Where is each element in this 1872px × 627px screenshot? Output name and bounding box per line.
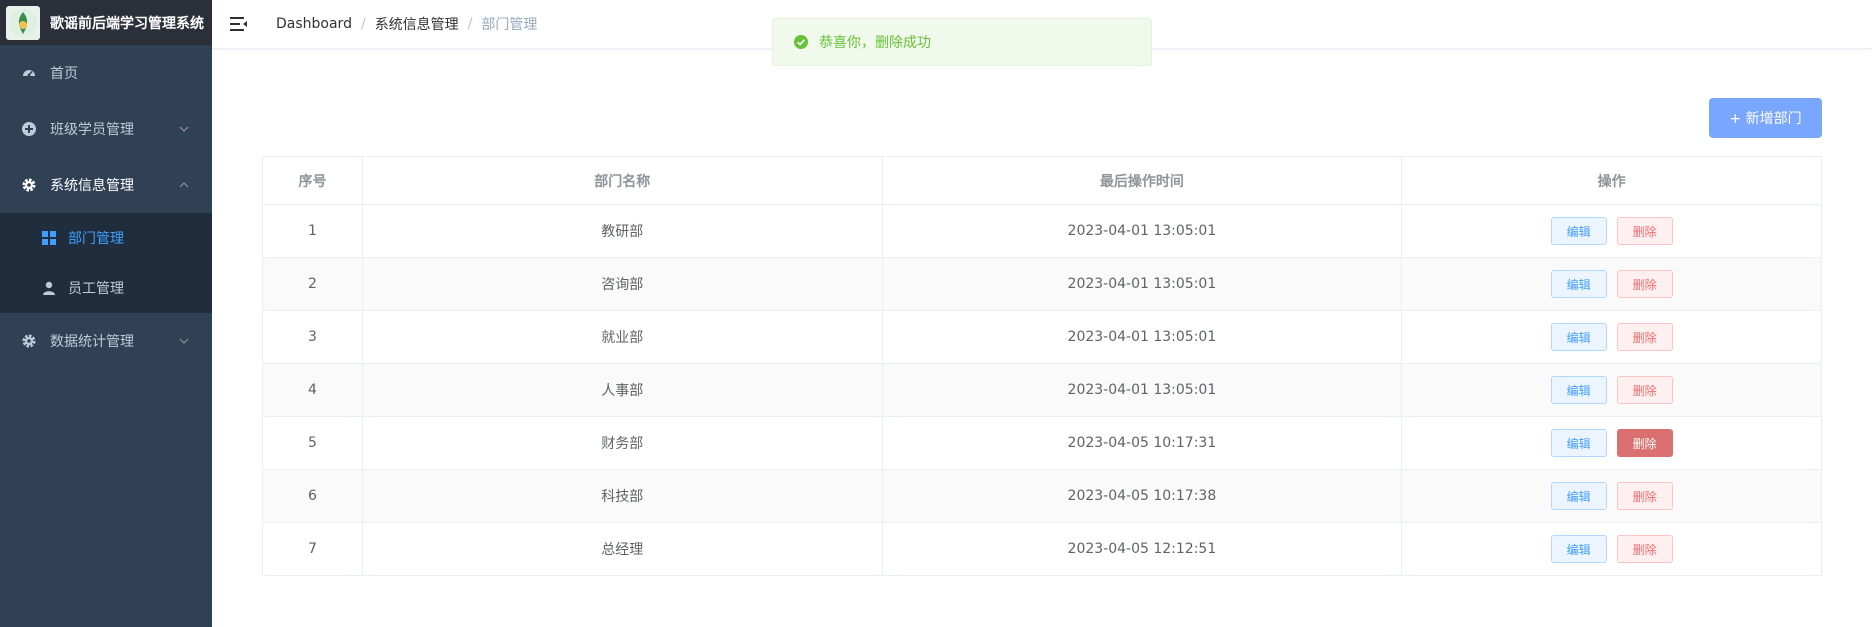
cell-ops: 编辑 删除: [1401, 469, 1822, 523]
breadcrumb-separator: /: [467, 16, 473, 32]
edit-button[interactable]: 编辑: [1550, 376, 1607, 404]
table-row: 2 咨询部 2023-04-01 13:05:01 编辑 删除: [262, 257, 1822, 311]
cell-name: 咨询部: [362, 257, 883, 311]
cell-name: 就业部: [362, 310, 883, 364]
cell-seq: 6: [262, 469, 363, 523]
column-header-seq: 序号: [262, 156, 363, 205]
delete-button[interactable]: 删除: [1616, 270, 1673, 298]
table-row: 4 人事部 2023-04-01 13:05:01 编辑 删除: [262, 363, 1822, 417]
cell-seq: 4: [262, 363, 363, 417]
app-root: 歌谣前后端学习管理系统 首页 班级学员管理 系统信息管理 部门管理 员工管理 数…: [0, 0, 1872, 627]
delete-button[interactable]: 删除: [1616, 429, 1673, 457]
cell-ops: 编辑 删除: [1401, 310, 1822, 364]
edit-button[interactable]: 编辑: [1550, 217, 1607, 245]
sidebar-item-label: 班级学员管理: [50, 122, 134, 138]
grid-icon: [40, 229, 58, 247]
chevron-down-icon: [178, 335, 190, 347]
table-header-row: 序号 部门名称 最后操作时间 操作: [262, 156, 1822, 205]
breadcrumb: Dashboard / 系统信息管理 / 部门管理: [276, 14, 537, 34]
cell-ops: 编辑 删除: [1401, 204, 1822, 258]
submenu-system-info: 部门管理 员工管理: [0, 213, 212, 313]
cell-seq: 2: [262, 257, 363, 311]
gear-icon: [20, 332, 38, 350]
table-row: 6 科技部 2023-04-05 10:17:38 编辑 删除: [262, 469, 1822, 523]
sidebar: 歌谣前后端学习管理系统 首页 班级学员管理 系统信息管理 部门管理 员工管理 数…: [0, 0, 212, 627]
table-row: 7 总经理 2023-04-05 12:12:51 编辑 删除: [262, 522, 1822, 576]
sidebar-item-data-stats[interactable]: 数据统计管理: [0, 313, 212, 369]
sidebar-item-label: 首页: [50, 66, 78, 82]
cell-ops: 编辑 删除: [1401, 522, 1822, 576]
column-header-ops: 操作: [1401, 156, 1822, 205]
sidebar-item-home[interactable]: 首页: [0, 45, 212, 101]
cell-time: 2023-04-01 13:05:01: [882, 363, 1403, 417]
cell-time: 2023-04-05 12:12:51: [882, 522, 1403, 576]
toast-message: 恭喜你，删除成功: [819, 35, 931, 51]
breadcrumb-item-system-info[interactable]: 系统信息管理: [375, 14, 459, 34]
gear-icon: [20, 176, 38, 194]
table-row: 5 财务部 2023-04-05 10:17:31 编辑 删除: [262, 416, 1822, 470]
edit-button[interactable]: 编辑: [1550, 323, 1607, 351]
breadcrumb-separator: /: [360, 16, 366, 32]
cell-ops: 编辑 删除: [1401, 416, 1822, 470]
sidebar-item-system-info[interactable]: 系统信息管理: [0, 157, 212, 213]
check-circle-icon: [793, 34, 809, 50]
sidebar-item-label: 员工管理: [68, 281, 124, 297]
delete-button[interactable]: 删除: [1616, 376, 1673, 404]
delete-button[interactable]: 删除: [1616, 482, 1673, 510]
column-header-time: 最后操作时间: [882, 156, 1403, 205]
logo-bar: 歌谣前后端学习管理系统: [0, 0, 212, 45]
cell-ops: 编辑 删除: [1401, 363, 1822, 417]
dashboard-icon: [20, 64, 38, 82]
add-department-button[interactable]: + 新增部门: [1709, 98, 1822, 138]
edit-button[interactable]: 编辑: [1550, 429, 1607, 457]
cell-ops: 编辑 删除: [1401, 257, 1822, 311]
cell-time: 2023-04-05 10:17:31: [882, 416, 1403, 470]
cell-time: 2023-04-01 13:05:01: [882, 204, 1403, 258]
plus-circle-icon: [20, 120, 38, 138]
cell-name: 财务部: [362, 416, 883, 470]
cell-seq: 1: [262, 204, 363, 258]
cell-seq: 5: [262, 416, 363, 470]
edit-button[interactable]: 编辑: [1550, 535, 1607, 563]
chevron-up-icon: [178, 179, 190, 191]
cell-name: 人事部: [362, 363, 883, 417]
sidebar-item-department[interactable]: 部门管理: [0, 213, 212, 263]
sidebar-item-employee[interactable]: 员工管理: [0, 263, 212, 313]
cell-time: 2023-04-01 13:05:01: [882, 257, 1403, 311]
app-title: 歌谣前后端学习管理系统: [50, 15, 204, 32]
success-toast: 恭喜你，删除成功: [772, 18, 1152, 66]
cell-name: 科技部: [362, 469, 883, 523]
sidebar-item-class-students[interactable]: 班级学员管理: [0, 101, 212, 157]
cell-seq: 3: [262, 310, 363, 364]
logo-icon: [6, 5, 40, 40]
delete-button[interactable]: 删除: [1616, 535, 1673, 563]
table-row: 3 就业部 2023-04-01 13:05:01 编辑 删除: [262, 310, 1822, 364]
sidebar-item-label: 数据统计管理: [50, 334, 134, 350]
department-table: 序号 部门名称 最后操作时间 操作 1 教研部 2023-04-01 13:05…: [262, 156, 1822, 576]
edit-button[interactable]: 编辑: [1550, 482, 1607, 510]
delete-button[interactable]: 删除: [1616, 217, 1673, 245]
cell-name: 教研部: [362, 204, 883, 258]
cell-name: 总经理: [362, 522, 883, 576]
table-row: 1 教研部 2023-04-01 13:05:01 编辑 删除: [262, 204, 1822, 258]
column-header-name: 部门名称: [362, 156, 883, 205]
cell-time: 2023-04-01 13:05:01: [882, 310, 1403, 364]
chevron-down-icon: [178, 123, 190, 135]
user-icon: [40, 279, 58, 297]
hamburger-icon[interactable]: [228, 13, 250, 35]
sidebar-item-label: 系统信息管理: [50, 178, 134, 194]
cell-time: 2023-04-05 10:17:38: [882, 469, 1403, 523]
delete-button[interactable]: 删除: [1616, 323, 1673, 351]
edit-button[interactable]: 编辑: [1550, 270, 1607, 298]
breadcrumb-item-dashboard[interactable]: Dashboard: [276, 16, 352, 32]
breadcrumb-item-current: 部门管理: [481, 17, 538, 33]
cell-seq: 7: [262, 522, 363, 576]
sidebar-item-label: 部门管理: [68, 231, 124, 247]
